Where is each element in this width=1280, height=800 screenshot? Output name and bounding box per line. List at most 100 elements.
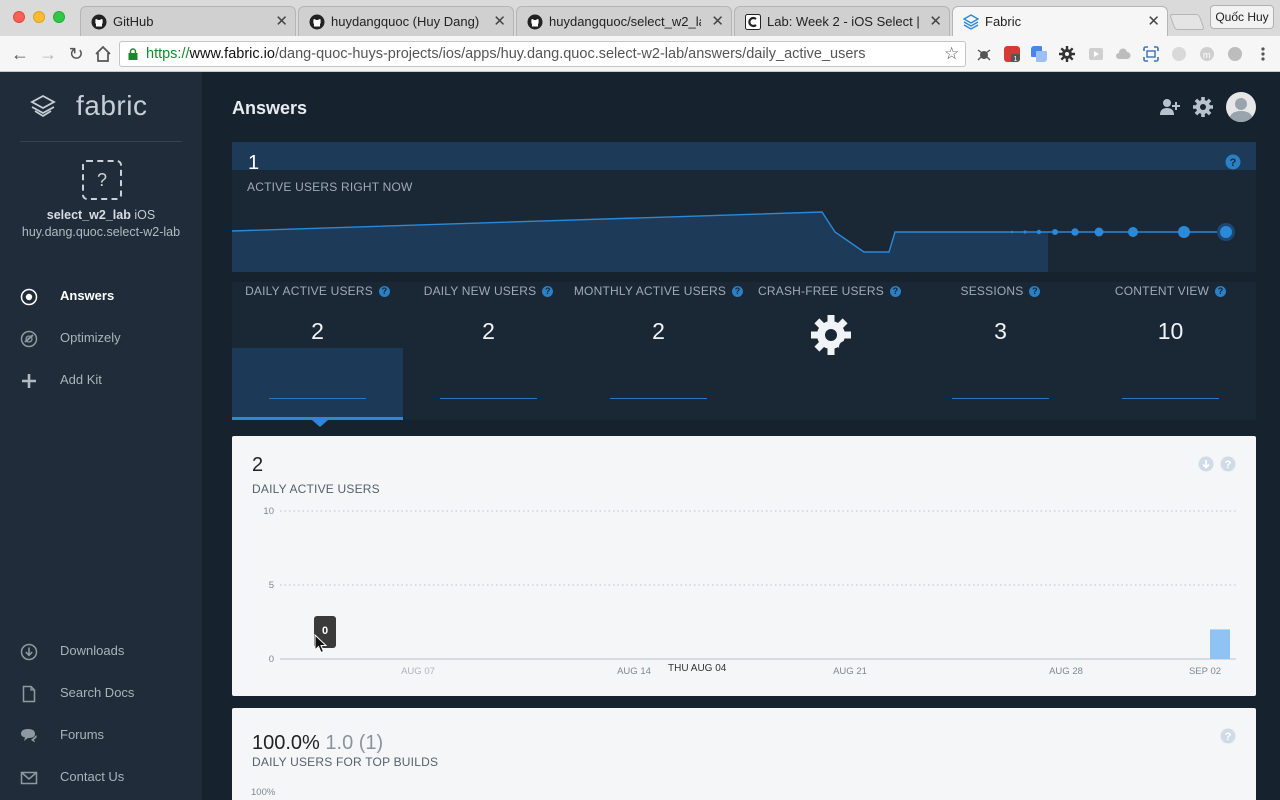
close-tab-icon[interactable]: ✕	[275, 12, 288, 30]
builds-version: 1.0 (1)	[325, 732, 384, 754]
help-icon[interactable]: ?	[1215, 286, 1227, 297]
close-tab-icon[interactable]: ✕	[493, 12, 506, 30]
extension-m-icon[interactable]: m	[1199, 46, 1215, 62]
metric-value: 10	[1157, 318, 1184, 344]
lock-icon	[128, 48, 138, 60]
metric-sparkline	[952, 398, 1049, 399]
bookmark-star-icon[interactable]: ☆	[944, 44, 959, 64]
profile-button[interactable]: Quốc Huy	[1210, 5, 1274, 29]
metric-label: MONTHLY ACTIVE USERS	[573, 284, 727, 298]
sidebar-item-optimizely[interactable]: Optimizely	[20, 327, 190, 349]
main-content: Answers 1 ACTIVE USERS RIGHT NOW ? DAILY…	[202, 72, 1280, 800]
url-scheme: https://	[146, 46, 190, 62]
daily-active-users-card: 2 DAILY ACTIVE USERS ? 10 5 0 AUG 07 AUG 14 A…	[232, 436, 1256, 696]
screen-capture-icon[interactable]	[1143, 46, 1159, 62]
address-bar[interactable]: https://www.fabric.io/dang-quoc-huys-pro…	[119, 41, 966, 67]
close-tab-icon[interactable]: ✕	[929, 12, 942, 30]
browser-tabstrip: GitHub ✕ huydangquoc (Huy Dang) ✕ huydan…	[0, 0, 1280, 36]
minimize-window-button[interactable]	[33, 11, 45, 23]
app-name[interactable]: select_w2_lab iOS	[0, 208, 202, 222]
extension-bug-icon[interactable]	[976, 46, 992, 62]
gear-icon[interactable]	[1059, 46, 1075, 62]
sidebar-item-add-kit[interactable]: Add Kit	[20, 369, 190, 391]
help-icon[interactable]: ?	[1220, 728, 1236, 744]
metric-label-row: MONTHLY ACTIVE USERS?	[573, 284, 744, 298]
help-icon[interactable]: ?	[542, 286, 554, 297]
sidebar-item-downloads[interactable]: Downloads	[20, 640, 190, 662]
forward-arrow-icon[interactable]: →	[38, 44, 58, 64]
metric-value: 2	[482, 318, 495, 344]
metric-tile-monthly-active-users[interactable]: MONTHLY ACTIVE USERS? 2	[573, 282, 744, 420]
metric-tile-daily-new-users[interactable]: DAILY NEW USERS? 2	[403, 282, 574, 420]
realtime-label: ACTIVE USERS RIGHT NOW	[247, 180, 413, 194]
back-arrow-icon[interactable]: ←	[10, 44, 30, 64]
x-tick-label: AUG 21	[833, 666, 867, 677]
metrics-strip: DAILY ACTIVE USERS? 2 DAILY NEW USERS? 2…	[232, 282, 1256, 420]
new-tab-button[interactable]	[1169, 14, 1205, 30]
brand-name[interactable]: fabric	[76, 90, 147, 122]
realtime-value: 1	[248, 152, 260, 174]
browser-tab[interactable]: GitHub ✕	[80, 6, 296, 36]
sidebar-item-contact-us[interactable]: Contact Us	[20, 766, 190, 788]
close-tab-icon[interactable]: ✕	[1147, 12, 1160, 30]
metric-label: CONTENT VIEW	[1114, 284, 1210, 298]
sidebar-item-forums[interactable]: Forums	[20, 724, 190, 746]
app-icon-placeholder[interactable]: ?	[82, 160, 122, 200]
help-icon[interactable]: ?	[378, 286, 390, 297]
fabric-logo-icon[interactable]	[30, 94, 56, 120]
x-tick-label: AUG 14	[617, 666, 651, 677]
metric-value: 2	[652, 318, 665, 344]
help-icon[interactable]: ?	[732, 286, 744, 297]
chat-bubble-icon[interactable]	[1227, 46, 1243, 62]
metric-label: DAILY NEW USERS	[423, 284, 537, 298]
cloud-icon[interactable]	[1115, 46, 1131, 62]
tab-title: Fabric	[985, 14, 1022, 29]
maximize-window-button[interactable]	[53, 11, 65, 23]
x-tick-label: AUG 07	[401, 666, 435, 677]
metric-tile-content-view[interactable]: CONTENT VIEW? 10	[1085, 282, 1256, 420]
github-icon	[309, 14, 325, 30]
browser-tab[interactable]: huydangquoc (Huy Dang) ✕	[298, 6, 514, 36]
active-tile-caret	[312, 420, 328, 427]
help-icon[interactable]: ?	[1225, 154, 1241, 170]
app-bundle-id: huy.dang.quoc.select-w2-lab	[21, 225, 181, 239]
download-icon	[20, 643, 38, 661]
close-window-button[interactable]	[13, 11, 25, 23]
extension-red-badge-icon[interactable]: 1	[1004, 46, 1020, 62]
metric-label-row: DAILY ACTIVE USERS?	[232, 284, 403, 298]
home-icon[interactable]	[94, 45, 112, 63]
menu-kebab-icon[interactable]	[1257, 46, 1269, 62]
sidebar-item-answers[interactable]: Answers	[20, 285, 190, 307]
metric-sparkline	[440, 398, 537, 399]
user-avatar[interactable]	[1226, 92, 1256, 122]
plus-icon	[22, 374, 36, 388]
extension-play-icon[interactable]	[1088, 46, 1104, 62]
x-tick-label: AUG 28	[1049, 666, 1083, 677]
sidebar-item-label: Downloads	[60, 643, 125, 658]
metric-tile-daily-active-users[interactable]: DAILY ACTIVE USERS? 2	[232, 282, 403, 420]
help-icon[interactable]: ?	[1029, 286, 1041, 297]
add-user-icon[interactable]	[1159, 96, 1181, 118]
tab-title: Lab: Week 2 - iOS Select | C	[767, 14, 919, 29]
extension-faded-icon[interactable]	[1171, 46, 1187, 62]
top-builds-card: 100.0% 1.0 (1) DAILY USERS FOR TOP BUILD…	[232, 708, 1256, 800]
browser-tab[interactable]: huydangquoc/select_w2_lab ✕	[516, 6, 732, 36]
y-tick-label: 5	[269, 580, 274, 591]
y-tick-label: 10	[263, 506, 274, 517]
github-icon	[91, 14, 107, 30]
avatar-silhouette-icon	[1229, 98, 1253, 122]
sidebar-item-search-docs[interactable]: Search Docs	[20, 682, 190, 704]
browser-tab[interactable]: Lab: Week 2 - iOS Select | C ✕	[734, 6, 950, 36]
sidebar-item-label: Add Kit	[60, 372, 102, 387]
mouse-pointer-icon	[314, 634, 328, 654]
metric-tile-sessions[interactable]: SESSIONS? 3	[915, 282, 1086, 420]
url-path: /dang-quoc-huys-projects/ios/apps/huy.da…	[274, 46, 866, 62]
browser-tab-active[interactable]: Fabric ✕	[952, 6, 1168, 36]
metric-sparkline	[610, 398, 707, 399]
close-tab-icon[interactable]: ✕	[711, 12, 724, 30]
help-icon[interactable]: ?	[889, 286, 901, 297]
reload-icon[interactable]: ↻	[66, 44, 86, 64]
settings-gear-icon[interactable]	[1192, 96, 1214, 118]
metric-tile-crash-free-users[interactable]: CRASH-FREE USERS?	[744, 282, 915, 420]
translate-icon[interactable]	[1031, 46, 1047, 62]
